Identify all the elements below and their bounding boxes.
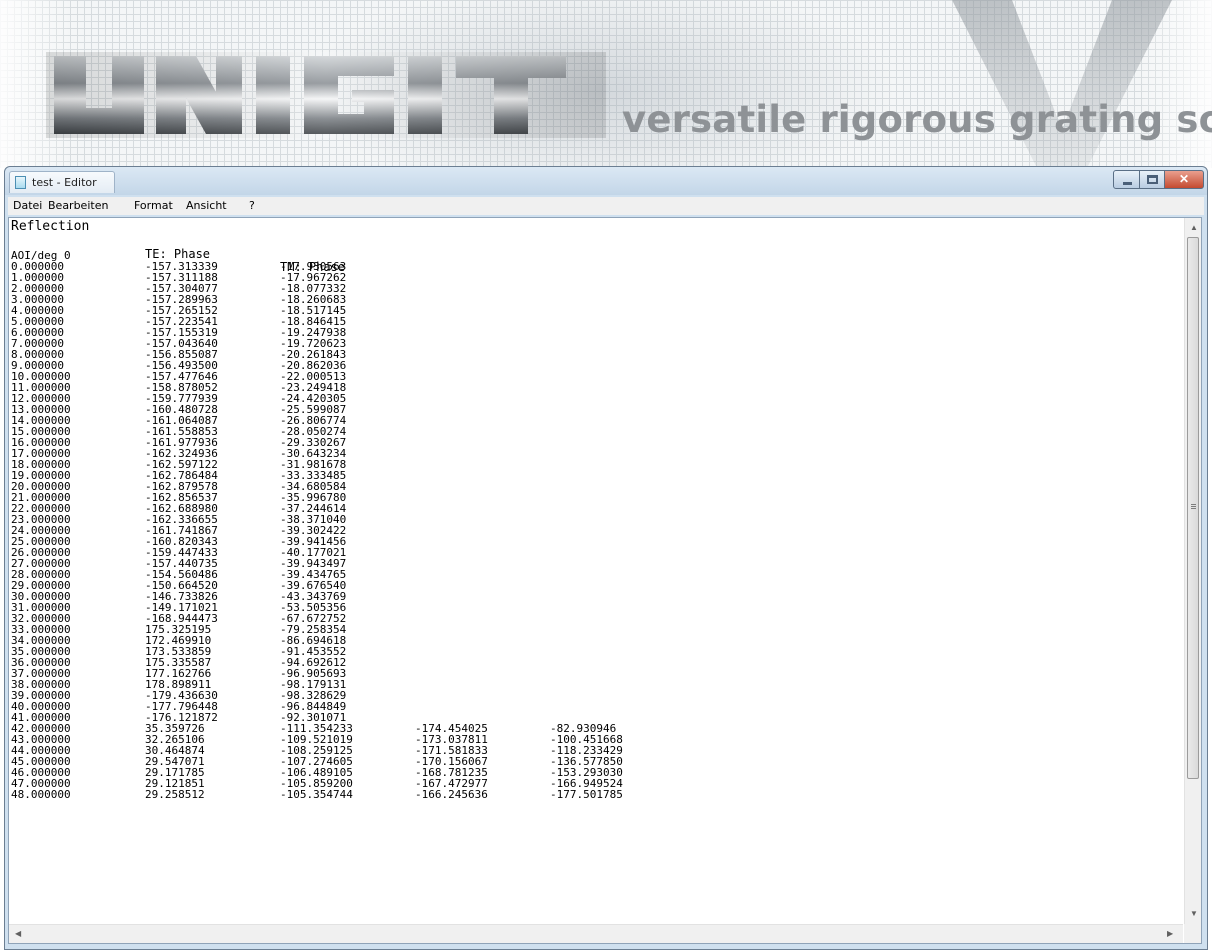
- maximize-icon: [1147, 175, 1158, 184]
- menu-bearbeiten[interactable]: Bearbeiten: [48, 199, 108, 212]
- phase-value: -166.245636: [415, 788, 488, 801]
- close-button[interactable]: ✕: [1164, 170, 1204, 189]
- menu-datei[interactable]: Datei: [13, 199, 42, 212]
- horizontal-scrollbar[interactable]: ◀ ▶: [9, 924, 1183, 943]
- title-line: Reflection: [11, 219, 90, 234]
- menu-bar: Datei Bearbeiten Format Ansicht ?: [8, 197, 1204, 215]
- menu-ansicht[interactable]: Ansicht: [186, 199, 227, 212]
- text-editor[interactable]: Reflection TE: Phase TM: Phase AOI/deg 0…: [8, 217, 1202, 944]
- close-icon: ✕: [1178, 172, 1190, 186]
- minimize-button[interactable]: [1113, 170, 1140, 189]
- phase-value: -105.354744: [280, 788, 353, 801]
- size-grip[interactable]: [1184, 924, 1201, 943]
- window-title: test - Editor: [32, 176, 97, 189]
- scroll-down-arrow-icon[interactable]: ▼: [1190, 910, 1198, 918]
- title-tab: test - Editor: [9, 171, 115, 193]
- banner-v-shape: [952, 0, 1172, 168]
- phase-value: -177.501785: [550, 788, 623, 801]
- vertical-scroll-thumb[interactable]: [1187, 237, 1199, 779]
- vertical-scrollbar[interactable]: ▲ ▼: [1184, 218, 1201, 924]
- scroll-up-arrow-icon[interactable]: ▲: [1190, 224, 1198, 232]
- menu-format[interactable]: Format: [134, 199, 173, 212]
- menu-help[interactable]: ?: [249, 199, 255, 212]
- title-bar[interactable]: test - Editor ✕: [5, 167, 1207, 195]
- notepad-icon: [15, 176, 26, 189]
- column-header-line: TE: Phase TM: Phase: [11, 235, 345, 274]
- banner-tagline: versatile rigorous grating solver: [622, 98, 1212, 141]
- aoi-value: 48.000000: [11, 788, 71, 801]
- text-area[interactable]: Reflection TE: Phase TM: Phase AOI/deg 0…: [9, 218, 1183, 924]
- unigit-banner: versatile rigorous grating solver: [0, 0, 1212, 168]
- scroll-right-arrow-icon[interactable]: ▶: [1167, 930, 1173, 938]
- minimize-icon: [1123, 182, 1132, 185]
- editor-window: test - Editor ✕ Datei Bearbeiten Format …: [4, 166, 1208, 950]
- scroll-left-arrow-icon[interactable]: ◀: [15, 930, 21, 938]
- maximize-button[interactable]: [1139, 170, 1165, 189]
- unigit-logo: [46, 52, 606, 138]
- phase-value: 29.258512: [145, 788, 205, 801]
